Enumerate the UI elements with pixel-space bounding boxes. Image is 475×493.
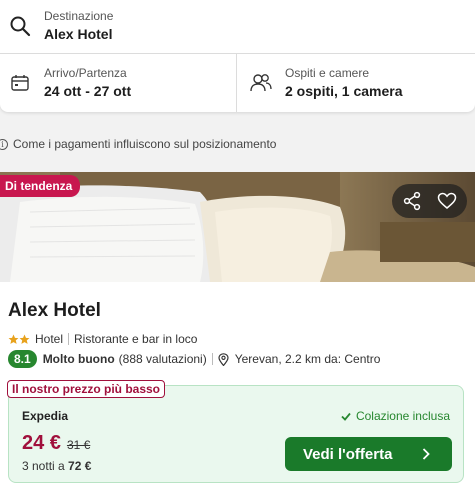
dates-label: Arrivo/Partenza: [44, 66, 127, 80]
lowest-price-badge: Il nostro prezzo più basso: [7, 380, 166, 398]
hotel-location: Yerevan, 2.2 km da: Centro: [234, 352, 381, 366]
offer-provider: Expedia: [22, 409, 69, 423]
destination-field[interactable]: Destinazione Alex Hotel: [0, 0, 475, 54]
destination-value: Alex Hotel: [44, 26, 113, 42]
offer-box[interactable]: Expedia Colazione inclusa 24 € 31 € 3 no…: [8, 385, 464, 483]
view-offer-button[interactable]: Vedi l'offerta: [285, 437, 452, 471]
guests-value: 2 ospiti, 1 camera: [285, 83, 403, 99]
heart-icon[interactable]: [437, 191, 457, 211]
rating-count: (888 valutazioni): [118, 352, 207, 366]
search-icon: [10, 16, 31, 37]
ranking-info-link[interactable]: i Come i pagamenti influiscono sul posiz…: [0, 136, 276, 152]
price-line: 24 € 31 €: [22, 432, 90, 455]
calendar-icon: [11, 75, 29, 91]
info-icon: i: [0, 138, 8, 150]
hotel-card[interactable]: Di tendenza Alex Hotel Hotel Ristorante …: [0, 172, 475, 493]
destination-label: Destinazione: [44, 9, 114, 23]
hotel-type: Hotel: [35, 332, 64, 346]
nights-prefix: 3 notti a: [22, 459, 65, 473]
hotel-amenity: Ristorante e bar in loco: [74, 332, 198, 346]
guests-label: Ospiti e camere: [285, 66, 370, 80]
share-icon[interactable]: [402, 191, 422, 211]
rating-score-badge: 8.1: [8, 350, 37, 368]
nights-total-value: 72 €: [68, 459, 92, 473]
pin-icon: [218, 352, 229, 366]
breakfast-text: Colazione inclusa: [355, 409, 450, 423]
hotel-meta: Hotel Ristorante e bar in loco: [8, 331, 197, 347]
photo-actions: [392, 184, 467, 218]
dates-value: 24 ott - 27 ott: [44, 83, 132, 99]
meta-separator: [68, 333, 70, 345]
price-per-night: 24 €: [22, 432, 61, 454]
star-rating: [8, 334, 30, 345]
guests-icon: [250, 74, 272, 92]
search-summary-card: Destinazione Alex Hotel Arrivo/Partenza …: [0, 0, 475, 112]
rating-word: Molto buono: [42, 352, 115, 366]
rating-separator: [211, 353, 213, 365]
price-old: 31 €: [66, 438, 91, 452]
breakfast-included: Colazione inclusa: [341, 409, 450, 423]
chevron-right-icon: [422, 448, 430, 460]
trend-badge: Di tendenza: [0, 175, 81, 197]
ranking-info-text: Come i pagamenti influiscono sul posizio…: [13, 137, 277, 151]
rating-row: 8.1 Molto buono (888 valutazioni) Yereva…: [8, 349, 380, 369]
check-icon: [341, 412, 351, 421]
star-icon: [19, 334, 30, 344]
view-offer-label: Vedi l'offerta: [303, 445, 393, 463]
hotel-name[interactable]: Alex Hotel: [8, 300, 101, 322]
nights-total: 3 notti a 72 €: [22, 459, 91, 473]
star-icon: [8, 334, 19, 344]
